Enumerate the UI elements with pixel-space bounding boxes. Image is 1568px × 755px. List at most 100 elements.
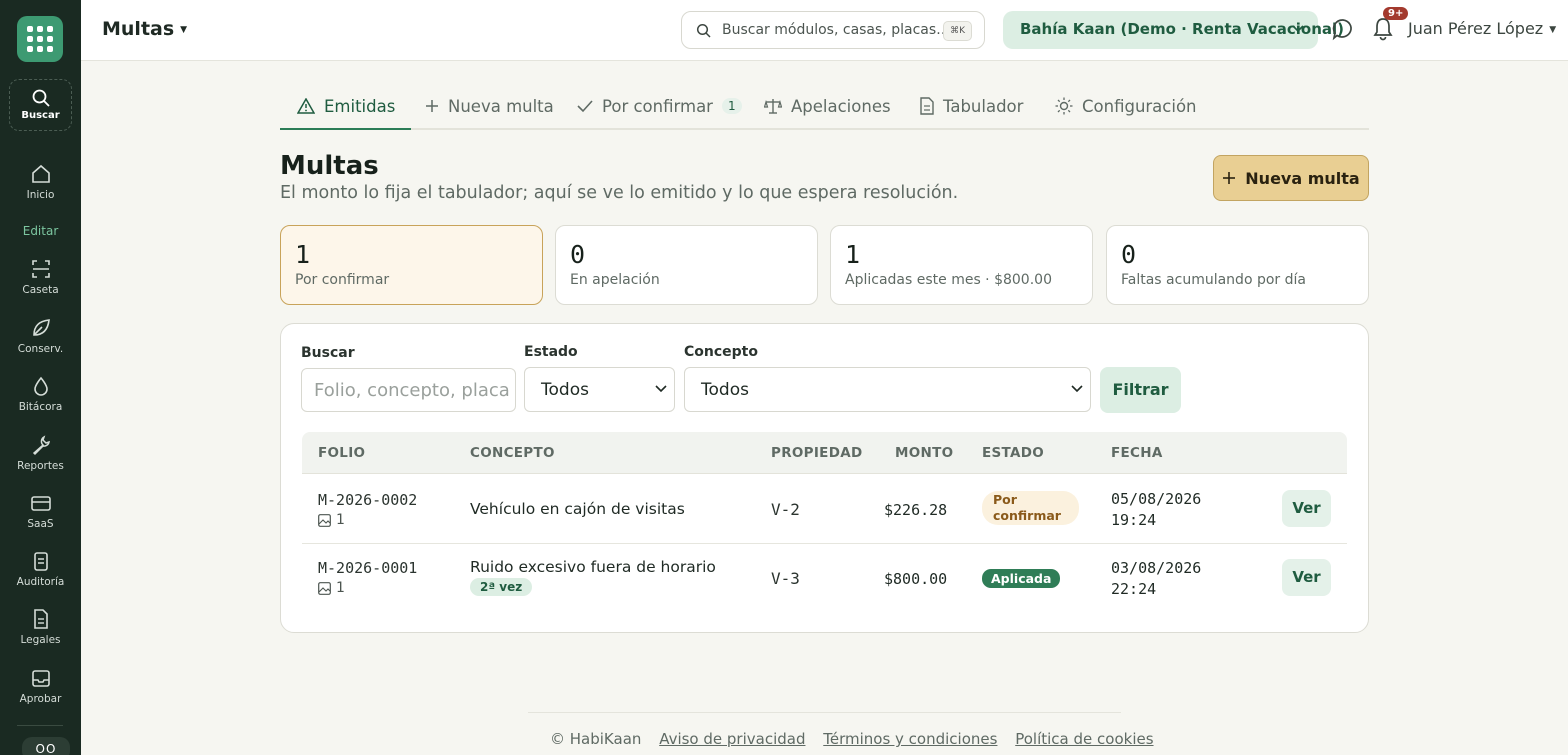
fecha-value: 05/08/2026 19:24 — [1111, 489, 1201, 531]
user-menu[interactable]: Juan Pérez López ▼ — [1408, 19, 1556, 38]
plus-icon — [426, 100, 438, 112]
fines-panel: Buscar Folio, concepto, placa Estado Tod… — [280, 323, 1369, 633]
search-filter-input[interactable]: Folio, concepto, placa — [301, 368, 516, 412]
tab-por-confirmar[interactable]: Por confirmar 1 — [577, 84, 742, 130]
concepto-filter-label: Concepto — [684, 344, 758, 360]
sidebar-section-editar: Editar — [22, 224, 59, 238]
stat-value: 1 — [295, 240, 311, 269]
table-header: FOLIO CONCEPTO PROPIEDAD MONTO ESTADO FE… — [302, 432, 1347, 474]
concepto-select-value: Todos — [701, 380, 749, 400]
cookies-link[interactable]: Política de cookies — [1015, 730, 1153, 748]
footer-divider — [528, 712, 1121, 713]
sidebar-item-label: Legales — [20, 634, 61, 646]
tab-label: Tabulador — [943, 96, 1024, 116]
chat-icon[interactable] — [1331, 17, 1355, 41]
sidebar-item-conserv[interactable]: Conserv. — [0, 317, 81, 355]
global-search-input[interactable]: Buscar módulos, casas, placas… ⌘K — [681, 11, 985, 49]
top-header: Multas ▼ Buscar módulos, casas, placas… ⌘… — [81, 0, 1568, 61]
tab-count-badge: 1 — [721, 98, 742, 114]
sidebar: Buscar Inicio Editar Caseta Conserv. Bit… — [0, 0, 81, 755]
stat-card-por-confirmar[interactable]: 1 Por confirmar — [280, 225, 543, 305]
tab-nueva-multa[interactable]: Nueva multa — [425, 84, 554, 130]
tab-configuracion[interactable]: Configuración — [1055, 84, 1197, 130]
sidebar-item-aprobar[interactable]: Aprobar — [0, 667, 81, 705]
notifications-badge: 9+ — [1383, 7, 1409, 20]
monto-value: $226.28 — [884, 501, 948, 519]
sidebar-collapse-button[interactable]: OO — [22, 737, 70, 755]
terms-link[interactable]: Términos y condiciones — [823, 730, 997, 748]
page-selector[interactable]: Multas ▼ — [102, 18, 187, 40]
sidebar-item-reportes[interactable]: Reportes — [0, 434, 81, 472]
tab-label: Apelaciones — [791, 96, 891, 116]
sidebar-divider — [17, 725, 63, 726]
stat-value: 0 — [570, 240, 586, 269]
stat-value: 0 — [1121, 240, 1137, 269]
home-icon — [31, 164, 50, 183]
table-row: M-2026-0001 1 Ruido excesivo fuera de ho… — [302, 544, 1347, 613]
sidebar-item-label: Aprobar — [19, 693, 62, 705]
tab-emitidas[interactable]: Emitidas — [280, 84, 412, 130]
global-search-placeholder: Buscar módulos, casas, placas… — [722, 22, 951, 38]
tab-apelaciones[interactable]: Apelaciones — [764, 84, 891, 130]
page-title: Multas — [280, 151, 379, 181]
privacy-link[interactable]: Aviso de privacidad — [659, 730, 805, 748]
image-icon — [318, 581, 331, 595]
column-header-folio: FOLIO — [318, 445, 366, 461]
concepto-select[interactable]: Todos — [684, 367, 1091, 412]
search-icon — [32, 89, 50, 107]
document-icon — [920, 97, 934, 115]
view-button[interactable]: Ver — [1282, 490, 1331, 527]
estado-select[interactable]: Todos — [524, 367, 675, 412]
sidebar-item-label: Caseta — [22, 284, 59, 296]
apps-grid-icon[interactable] — [17, 16, 63, 62]
sidebar-item-label: Conserv. — [17, 343, 64, 355]
column-header-concepto: CONCEPTO — [470, 445, 555, 461]
shortcut-hint: ⌘K — [943, 21, 972, 41]
footer: © HabiKaan Aviso de privacidad Términos … — [550, 730, 1154, 748]
sidebar-item-label: Bitácora — [18, 401, 63, 413]
tab-label: Nueva multa — [448, 96, 554, 116]
footer-copyright: © HabiKaan — [550, 730, 642, 748]
sidebar-item-label: SaaS — [27, 518, 54, 530]
tab-tabulador[interactable]: Tabulador — [920, 84, 1023, 130]
chevron-down-icon — [655, 385, 667, 393]
sidebar-item-auditoria[interactable]: Auditoría — [0, 550, 81, 588]
new-fine-button[interactable]: Nueva multa — [1213, 155, 1369, 201]
stat-label: En apelación — [570, 272, 660, 288]
scan-icon — [31, 260, 50, 278]
stat-card-en-apelacion[interactable]: 0 En apelación — [555, 225, 818, 305]
sidebar-item-legales[interactable]: Legales — [0, 608, 81, 646]
tabs-bar: Emitidas Nueva multa Por confirmar 1 Ape… — [280, 84, 1369, 130]
new-fine-button-label: Nueva multa — [1245, 168, 1360, 188]
propiedad-value: V-3 — [771, 569, 800, 588]
concepto-cell: Ruido excesivo fuera de horario 2ª vez — [470, 558, 716, 596]
concepto-value: Vehículo en cajón de visitas — [470, 500, 685, 518]
chevron-down-icon — [1071, 385, 1083, 393]
sidebar-item-label: Auditoría — [16, 576, 65, 588]
user-name: Juan Pérez López — [1408, 19, 1544, 38]
view-button[interactable]: Ver — [1282, 559, 1331, 596]
column-header-propiedad: PROPIEDAD — [771, 445, 863, 461]
sidebar-item-caseta[interactable]: Caseta — [0, 258, 81, 296]
stat-card-faltas[interactable]: 0 Faltas acumulando por día — [1106, 225, 1369, 305]
attachments-count: 1 — [318, 580, 417, 596]
filter-button[interactable]: Filtrar — [1100, 367, 1181, 413]
page-selector-label: Multas — [102, 18, 175, 40]
stat-label: Aplicadas este mes · $800.00 — [845, 272, 1052, 288]
tab-label: Configuración — [1082, 96, 1197, 116]
tenant-selector[interactable]: Bahía Kaan (Demo · Renta Vacacional) — [1003, 11, 1344, 49]
document-icon — [33, 609, 48, 629]
caret-down-icon: ▼ — [180, 24, 188, 35]
sidebar-item-bitacora[interactable]: Bitácora — [0, 375, 81, 413]
sidebar-item-inicio[interactable]: Inicio — [0, 163, 81, 201]
sidebar-item-saas[interactable]: SaaS — [0, 492, 81, 530]
folio-value[interactable]: M-2026-0002 — [318, 491, 417, 509]
propiedad-value: V-2 — [771, 500, 800, 519]
stat-label: Por confirmar — [295, 272, 390, 288]
folio-value[interactable]: M-2026-0001 — [318, 559, 417, 577]
concepto-value: Ruido excesivo fuera de horario — [470, 558, 716, 576]
clipboard-icon — [33, 552, 48, 571]
stat-card-aplicadas[interactable]: 1 Aplicadas este mes · $800.00 — [830, 225, 1093, 305]
sidebar-search-button[interactable]: Buscar — [9, 79, 72, 131]
page-subtitle: El monto lo fija el tabulador; aquí se v… — [280, 183, 959, 203]
